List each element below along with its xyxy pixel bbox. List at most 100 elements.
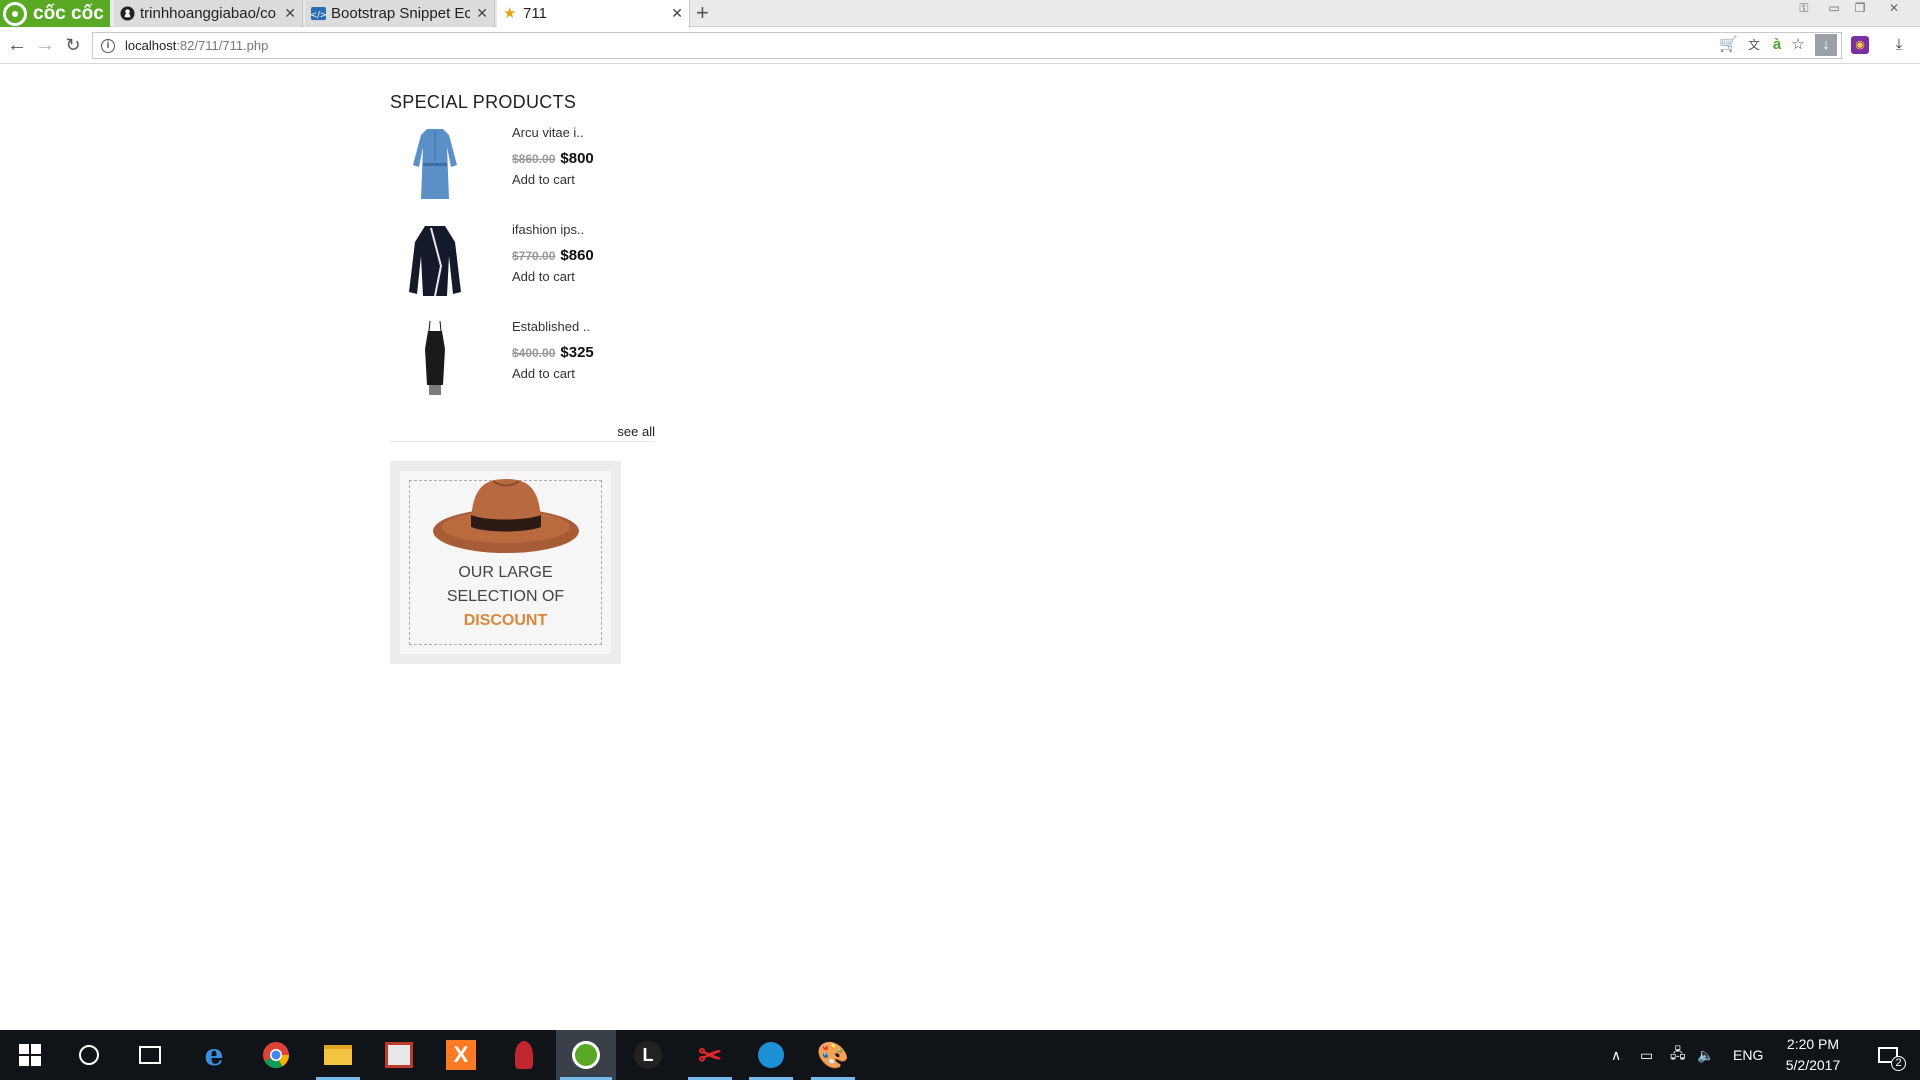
new-price: $860 [560, 247, 594, 264]
close-tab-icon[interactable]: ✕ [671, 5, 683, 22]
taskbar-globe-app[interactable] [745, 1030, 797, 1080]
close-tab-icon[interactable]: ✕ [284, 5, 296, 22]
promo-line-1: OUR LARGE [458, 564, 553, 581]
old-price: $400.00 [512, 345, 556, 360]
volume-icon[interactable]: 🔈 [1697, 1030, 1714, 1080]
app-grid-icon [385, 1042, 413, 1068]
product-item: Established .. $400.00 $325 Add to cart [390, 317, 655, 414]
tab-711[interactable]: ★ 711 ✕ [497, 0, 690, 28]
product-image-denim-dress[interactable] [390, 123, 480, 207]
show-hidden-icons-icon[interactable]: ∧ [1611, 1030, 1621, 1080]
taskbar-coccoc[interactable] [556, 1030, 616, 1080]
notification-count: 2 [1891, 1056, 1906, 1071]
old-price: $860.00 [512, 151, 556, 166]
savior-icon[interactable]: à [1768, 36, 1786, 54]
product-name[interactable]: Arcu vitae i.. [512, 125, 594, 145]
browser-brand-label: cốc cốc [33, 2, 104, 24]
taskbar-app-grid[interactable] [373, 1030, 425, 1080]
promo-highlight: DISCOUNT [463, 612, 548, 629]
product-name[interactable]: ifashion ips.. [512, 222, 594, 242]
coccoc-icon [572, 1041, 600, 1069]
taskbar-filezilla[interactable]: ✂ [684, 1030, 736, 1080]
bootstrap-snippet-icon: </> [311, 6, 326, 21]
back-icon[interactable]: ← [6, 34, 28, 56]
task-view-button[interactable] [124, 1030, 176, 1080]
taskbar-lumen-app[interactable]: L [622, 1030, 674, 1080]
url-host: localhost [125, 38, 177, 53]
minimize-icon[interactable]: ▭ [1822, 0, 1846, 16]
promo-line-2: SELECTION OF [446, 588, 565, 605]
site-info-icon[interactable]: i [101, 38, 115, 53]
denim-dress-image [413, 129, 457, 199]
clock-time: 2:20 PM [1786, 1036, 1840, 1052]
new-price: $800 [560, 150, 594, 167]
taskbar-clock[interactable]: 2:20 PM 5/2/2017 [1768, 1034, 1858, 1076]
restore-icon[interactable]: ❐ [1848, 0, 1872, 16]
clock-date: 5/2/2017 [1785, 1057, 1841, 1073]
chrome-icon [263, 1042, 290, 1069]
svg-text:</>: </> [311, 9, 326, 19]
taskbar-edge[interactable]: e [188, 1030, 240, 1080]
product-item: ifashion ips.. $770.00 $860 Add to cart [390, 220, 655, 317]
shopping-cart-icon[interactable]: 🛒 [1719, 36, 1738, 54]
taskbar-file-explorer[interactable] [312, 1030, 364, 1080]
address-bar[interactable]: i localhost:82/711/711.php [92, 32, 1842, 59]
section-title: SPECIAL PRODUCTS [390, 92, 577, 112]
star-icon: ★ [503, 5, 517, 22]
forward-icon[interactable]: → [34, 34, 56, 56]
cortana-circle-icon [79, 1045, 99, 1065]
start-button[interactable] [4, 1030, 56, 1080]
filezilla-icon: ✂ [698, 1039, 722, 1071]
xampp-icon: X [446, 1040, 476, 1070]
product-image-black-jacket[interactable] [390, 220, 480, 304]
tab-github[interactable]: trinhhoanggiabao/co ✕ [114, 0, 303, 27]
bookmark-star-icon[interactable]: ☆ [1789, 36, 1807, 54]
product-image-black-slip-dress[interactable] [390, 317, 480, 401]
coccoc-logo-icon [3, 1, 27, 26]
network-icon[interactable]: 🖧 [1670, 1030, 1686, 1080]
lumen-icon: L [634, 1041, 662, 1069]
coccoc-menu-button[interactable]: cốc cốc [0, 0, 110, 27]
tab-bootstrap-snippet[interactable]: </> Bootstrap Snippet Ec ✕ [305, 0, 495, 27]
browser-toolbar: ← → ↻ i localhost:82/711/711.php 🛒 文 à ☆… [0, 28, 1920, 64]
taskbar-xampp[interactable]: X [435, 1030, 487, 1080]
paint-palette-icon: 🎨 [816, 1039, 850, 1070]
red-character-icon [515, 1041, 533, 1069]
translate-icon[interactable]: 文 [1745, 36, 1763, 54]
downloads-icon[interactable]: ⤓ [1890, 36, 1908, 54]
action-center-button[interactable]: 2 [1868, 1030, 1908, 1080]
close-window-icon[interactable]: ✕ [1882, 0, 1906, 16]
new-tab-icon[interactable]: + [696, 2, 709, 24]
windows-logo-icon [19, 1044, 41, 1066]
add-to-cart-link[interactable]: Add to cart [512, 172, 594, 187]
add-to-cart-link[interactable]: Add to cart [512, 269, 594, 284]
download-accelerator-icon[interactable]: ↓ [1815, 34, 1837, 56]
see-all-link[interactable]: see all [617, 424, 655, 439]
taskbar-chrome[interactable] [250, 1030, 302, 1080]
add-to-cart-link[interactable]: Add to cart [512, 366, 594, 381]
special-products-widget: SPECIAL PRODUCTS Arcu vitae i.. $860.00 … [390, 92, 655, 664]
close-tab-icon[interactable]: ✕ [476, 5, 488, 22]
extension-icon[interactable]: ◉ [1851, 36, 1869, 54]
notification-icon: 2 [1878, 1047, 1906, 1071]
profile-icon[interactable]: ⚿ [1792, 0, 1816, 16]
language-indicator[interactable]: ENG [1733, 1030, 1763, 1080]
see-all-row: see all [390, 414, 655, 442]
tab-title: trinhhoanggiabao/co [140, 5, 276, 22]
hat-image [432, 479, 579, 553]
battery-icon[interactable]: ▭ [1640, 1030, 1653, 1080]
globe-icon [758, 1042, 784, 1068]
reload-icon[interactable]: ↻ [62, 34, 84, 56]
search-cortana-button[interactable] [63, 1030, 115, 1080]
taskbar-red-app[interactable] [498, 1030, 550, 1080]
product-name[interactable]: Established .. [512, 319, 594, 339]
folder-icon [324, 1045, 352, 1065]
edge-icon: e [204, 1037, 224, 1073]
discount-banner[interactable]: OUR LARGE SELECTION OF DISCOUNT [390, 461, 621, 664]
black-jacket-image [409, 226, 461, 297]
tab-title: Bootstrap Snippet Ec [331, 5, 471, 22]
product-item: Arcu vitae i.. $860.00 $800 Add to cart [390, 123, 655, 220]
black-slip-dress-image [425, 320, 445, 395]
new-price: $325 [560, 344, 594, 361]
taskbar-paint[interactable]: 🎨 [807, 1030, 859, 1080]
